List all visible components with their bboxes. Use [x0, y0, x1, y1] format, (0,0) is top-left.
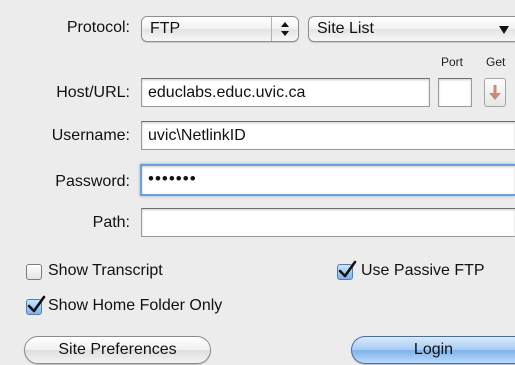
get-button[interactable]: [484, 78, 506, 107]
checkmark-icon: [338, 260, 357, 278]
site-list-select[interactable]: Site List: [308, 16, 515, 42]
use-passive-ftp-checkbox[interactable]: [337, 260, 357, 280]
password-input[interactable]: •••••••: [140, 164, 515, 196]
get-label: Get: [486, 55, 506, 69]
port-input[interactable]: [438, 78, 472, 107]
site-list-value: Site List: [317, 20, 374, 37]
protocol-label: Protocol:: [66, 19, 130, 36]
up-down-arrows-icon: [281, 22, 289, 36]
chevron-down-icon: [499, 26, 509, 34]
host-input[interactable]: educlabs.educ.uvic.ca: [141, 78, 430, 107]
username-label: Username:: [51, 127, 130, 144]
path-label: Path:: [92, 214, 130, 231]
path-input[interactable]: [141, 208, 515, 237]
show-transcript-checkbox[interactable]: [26, 264, 42, 280]
protocol-select[interactable]: FTP: [141, 16, 299, 42]
protocol-value: FTP: [150, 20, 181, 37]
download-arrow-icon: [489, 85, 501, 100]
checkmark-icon: [27, 295, 46, 313]
show-transcript-label: Show Transcript: [48, 262, 163, 279]
password-label: Password:: [55, 173, 130, 190]
show-home-folder-only-checkbox[interactable]: [26, 295, 46, 315]
host-label: Host/URL:: [56, 84, 130, 101]
use-passive-ftp-label: Use Passive FTP: [361, 262, 485, 279]
username-input[interactable]: uvic\NetlinkID: [141, 121, 515, 150]
site-preferences-button[interactable]: Site Preferences: [24, 336, 211, 364]
protocol-stepper[interactable]: [271, 17, 298, 41]
show-home-folder-only-label: Show Home Folder Only: [48, 297, 223, 314]
port-label: Port: [441, 55, 464, 69]
login-button[interactable]: Login: [351, 336, 515, 364]
